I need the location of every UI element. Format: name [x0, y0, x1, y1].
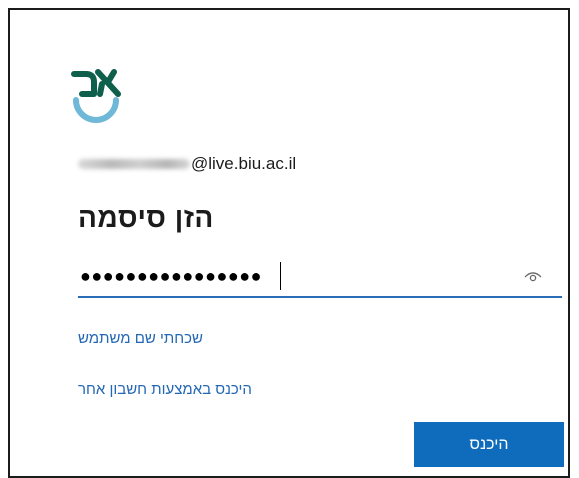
other-account-link[interactable]: היכנס באמצעות חשבון אחר: [78, 381, 252, 398]
email-domain: @live.biu.ac.il: [191, 154, 297, 173]
biu-logo-icon: [71, 69, 121, 123]
text-caret: [280, 262, 281, 290]
sign-in-button[interactable]: היכנס: [414, 422, 564, 467]
redacted-email-name: [78, 159, 190, 169]
eye-icon[interactable]: [524, 270, 542, 284]
account-email: @live.biu.ac.il: [78, 152, 296, 176]
password-masked-value: ●●●●●●●●●●●●●●●●: [80, 266, 262, 286]
page-title: הזן סיסמה: [78, 202, 214, 233]
signin-panel: @live.biu.ac.il הזן סיסמה ●●●●●●●●●●●●●●…: [8, 8, 570, 478]
forgot-username-link[interactable]: שכחתי שם משתמש: [78, 330, 203, 347]
password-field[interactable]: ●●●●●●●●●●●●●●●●: [78, 260, 562, 298]
